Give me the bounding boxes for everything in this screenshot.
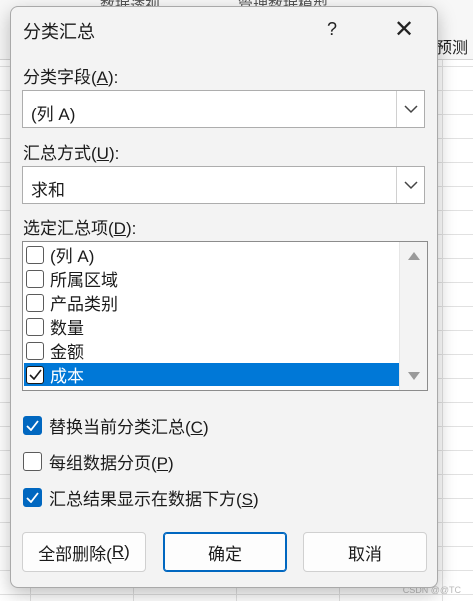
remove-all-button[interactable]: 全部删除(R) <box>22 532 146 572</box>
summary-items-label: 选定汇总项(D): <box>23 219 137 238</box>
help-button[interactable]: ? <box>317 15 347 43</box>
list-item[interactable]: 数量 <box>24 315 399 338</box>
scroll-up-icon[interactable] <box>408 252 420 260</box>
summary-method-dropdown[interactable]: 求和 <box>22 166 425 204</box>
option-label: 汇总结果显示在数据下方(S) <box>49 489 259 509</box>
ribbon-predict[interactable]: 预测 <box>436 34 468 58</box>
dialog-title: 分类汇总 <box>23 22 95 42</box>
list-item[interactable]: 产品类别 <box>24 291 399 314</box>
checkbox[interactable] <box>23 451 42 471</box>
group-field-dropdown[interactable]: (列 A) <box>22 90 425 128</box>
checkmark-icon <box>28 369 42 380</box>
list-scrollbar[interactable] <box>399 242 427 390</box>
list-item-selected[interactable]: 成本 <box>24 363 399 386</box>
replace-current-subtotals-option[interactable]: 替换当前分类汇总(C) <box>23 413 209 437</box>
checkbox-checked[interactable] <box>23 415 42 435</box>
checkbox[interactable] <box>26 269 44 288</box>
checkmark-icon <box>26 419 39 431</box>
option-label: 替换当前分类汇总(C) <box>49 417 209 437</box>
chevron-down-icon[interactable] <box>396 167 424 203</box>
list-item[interactable]: 金额 <box>24 339 399 362</box>
summary-method-label: 汇总方式(U): <box>23 144 120 163</box>
checkmark-icon <box>26 491 39 503</box>
summary-method-value: 求和 <box>31 181 65 200</box>
checkbox[interactable] <box>26 317 44 336</box>
page-break-between-groups-option[interactable]: 每组数据分页(P) <box>23 449 174 473</box>
option-label: 每组数据分页(P) <box>49 453 174 473</box>
checkbox[interactable] <box>26 245 44 264</box>
chevron-down-icon[interactable] <box>396 91 424 127</box>
close-button[interactable]: ✕ <box>389 15 419 43</box>
checkbox-checked[interactable] <box>26 365 44 384</box>
scroll-down-icon[interactable] <box>408 372 420 380</box>
list-item[interactable]: 所属区域 <box>24 267 399 290</box>
checkbox[interactable] <box>26 341 44 360</box>
subtotal-dialog: 分类汇总 ? ✕ 分类字段(A): (列 A) 汇总方式(U): 求和 选定汇总… <box>10 6 438 588</box>
group-field-label: 分类字段(A): <box>23 68 119 87</box>
summary-below-data-option[interactable]: 汇总结果显示在数据下方(S) <box>23 485 259 509</box>
summary-items-list[interactable]: (列 A) 所属区域 产品类别 数量 金额 成本 <box>22 241 428 391</box>
checkbox[interactable] <box>26 293 44 312</box>
list-item[interactable]: (列 A) <box>24 243 399 266</box>
group-field-value: (列 A) <box>31 105 76 124</box>
checkbox-checked[interactable] <box>23 487 42 507</box>
cancel-button[interactable]: 取消 <box>303 532 427 572</box>
ok-button[interactable]: 确定 <box>163 532 287 572</box>
